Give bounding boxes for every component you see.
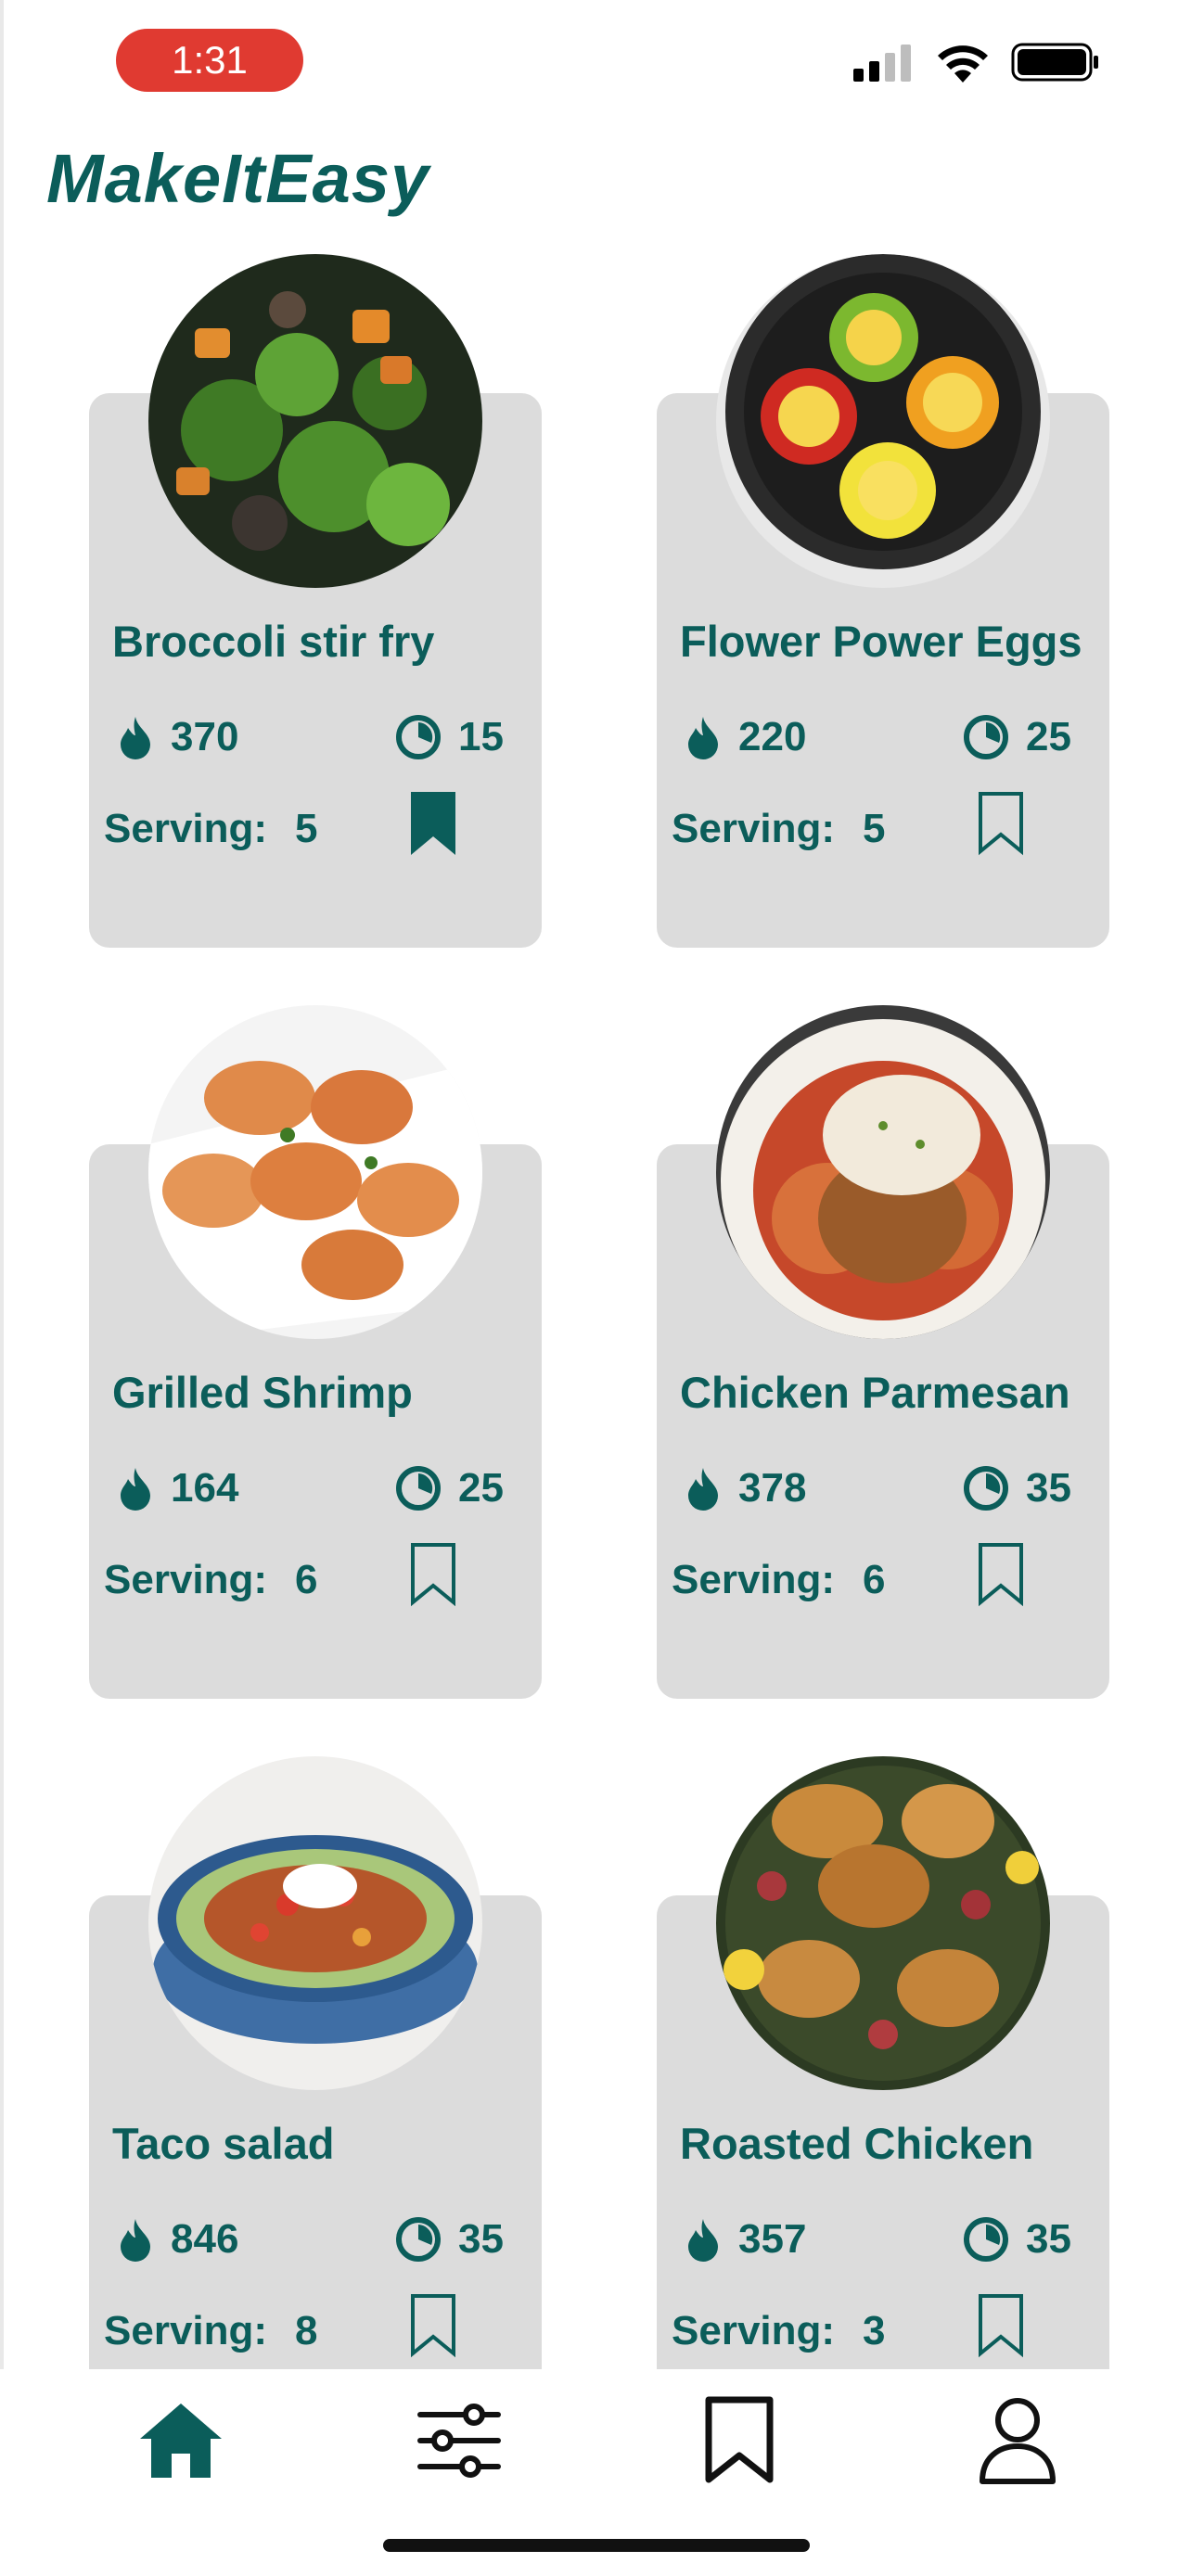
bookmark-icon [705, 2396, 774, 2483]
chicken-parmesan-photo [716, 1005, 1050, 1339]
calories: 370 [117, 714, 238, 760]
tab-profile[interactable] [967, 2390, 1069, 2492]
serving-label: Serving: [672, 2308, 836, 2353]
broccoli-stir-fry-photo [148, 254, 482, 588]
recipe-name: Roasted Chicken [680, 2119, 1034, 2168]
serving-value: 5 [295, 806, 318, 851]
serving: Serving: 5 [104, 806, 318, 852]
serving: Serving: 6 [104, 1557, 318, 1603]
bookmark-filled-icon[interactable] [409, 790, 457, 857]
recipe-grid: Broccoli stir fry 370 15 Serving: 5 Flow… [0, 0, 1191, 2369]
serving-label: Serving: [104, 806, 268, 851]
serving-value: 6 [863, 1557, 886, 1602]
minutes-value: 35 [1026, 1465, 1071, 1511]
calories-value: 846 [171, 2216, 239, 2262]
calories-value: 220 [738, 714, 807, 759]
bookmark-outline-icon[interactable] [977, 1541, 1025, 1608]
serving-label: Serving: [104, 2308, 268, 2353]
flower-power-eggs-photo [716, 254, 1050, 588]
recipe-name: Grilled Shrimp [112, 1368, 413, 1417]
calories: 164 [117, 1465, 238, 1511]
minutes-value: 25 [1026, 714, 1071, 759]
serving-label: Serving: [672, 806, 836, 851]
recipe-card[interactable]: Flower Power Eggs 220 25 Serving: 5 [657, 254, 1109, 948]
recipe-name: Taco salad [112, 2119, 335, 2168]
calories-value: 378 [738, 1465, 807, 1511]
calories-value: 164 [171, 1465, 239, 1511]
calories: 846 [117, 2216, 238, 2263]
serving-label: Serving: [104, 1557, 268, 1602]
serving-value: 5 [863, 806, 886, 851]
serving: Serving: 3 [672, 2308, 886, 2354]
minutes-value: 25 [458, 1465, 504, 1511]
timer-icon [396, 715, 441, 759]
serving-label: Serving: [672, 1557, 836, 1602]
recipe-card[interactable]: Roasted Chicken 357 35 Serving: 3 [657, 1756, 1109, 2369]
profile-icon [980, 2398, 1056, 2484]
minutes-value: 35 [458, 2216, 504, 2262]
home-indicator[interactable] [383, 2539, 810, 2552]
cook-time: 35 [395, 2216, 504, 2263]
timer-icon [396, 2217, 441, 2262]
cook-time: 25 [963, 714, 1071, 760]
serving-value: 3 [863, 2308, 886, 2353]
tab-bookmarks[interactable] [688, 2390, 790, 2492]
recipe-name: Chicken Parmesan [680, 1368, 1070, 1417]
roasted-chicken-photo [716, 1756, 1050, 2090]
bookmark-outline-icon[interactable] [977, 790, 1025, 857]
serving-value: 6 [295, 1557, 318, 1602]
recipe-card[interactable]: Taco salad 846 35 Serving: 8 [89, 1756, 542, 2369]
bookmark-outline-icon[interactable] [977, 2292, 1025, 2359]
cook-time: 15 [395, 714, 504, 760]
calories-value: 357 [738, 2216, 807, 2262]
flame-icon [688, 717, 718, 759]
filter-sliders-icon [417, 2404, 501, 2478]
timer-icon [964, 715, 1008, 759]
calories: 220 [685, 714, 806, 760]
flame-icon [121, 717, 150, 759]
recipe-card[interactable]: Grilled Shrimp 164 25 Serving: 6 [89, 1005, 542, 1699]
tab-home[interactable] [130, 2390, 232, 2492]
bookmark-outline-icon[interactable] [409, 1541, 457, 1608]
flame-icon [121, 2219, 150, 2262]
taco-salad-photo [148, 1756, 482, 2090]
flame-icon [688, 2219, 718, 2262]
recipe-card[interactable]: Chicken Parmesan 378 35 Serving: 6 [657, 1005, 1109, 1699]
minutes-value: 15 [458, 714, 504, 759]
flame-icon [121, 1468, 150, 1511]
minutes-value: 35 [1026, 2216, 1071, 2262]
recipe-card[interactable]: Broccoli stir fry 370 15 Serving: 5 [89, 254, 542, 948]
serving: Serving: 5 [672, 806, 886, 852]
calories: 378 [685, 1465, 806, 1511]
timer-icon [964, 1466, 1008, 1511]
bookmark-outline-icon[interactable] [409, 2292, 457, 2359]
cook-time: 35 [963, 1465, 1071, 1511]
recipe-name: Broccoli stir fry [112, 617, 435, 666]
flame-icon [688, 1468, 718, 1511]
timer-icon [396, 1466, 441, 1511]
home-icon [140, 2404, 222, 2478]
cook-time: 35 [963, 2216, 1071, 2263]
calories: 357 [685, 2216, 806, 2263]
serving: Serving: 6 [672, 1557, 886, 1603]
timer-icon [964, 2217, 1008, 2262]
serving-value: 8 [295, 2308, 318, 2353]
calories-value: 370 [171, 714, 239, 759]
serving: Serving: 8 [104, 2308, 318, 2354]
cook-time: 25 [395, 1465, 504, 1511]
grilled-shrimp-photo [148, 1005, 482, 1339]
tab-filters[interactable] [408, 2390, 510, 2492]
recipe-name: Flower Power Eggs [680, 617, 1082, 666]
